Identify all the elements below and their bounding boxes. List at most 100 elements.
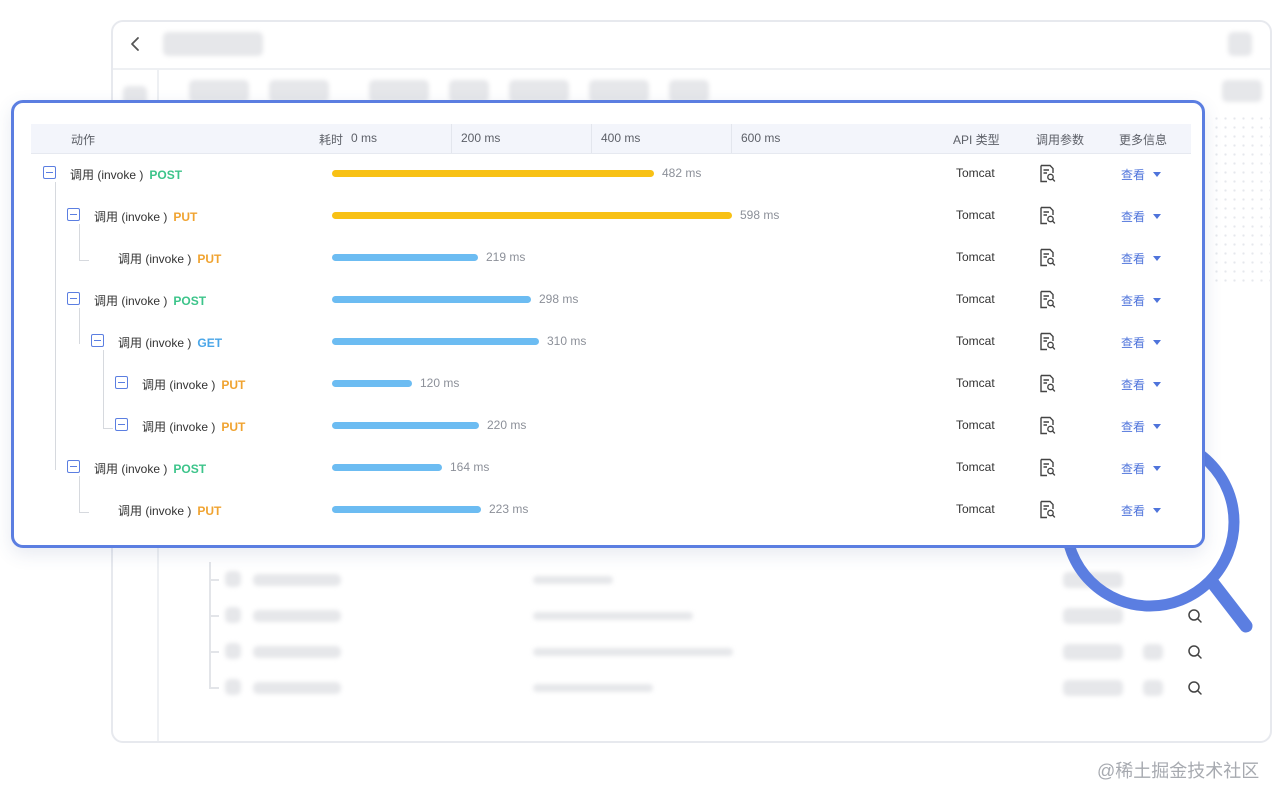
tab-placeholder (509, 80, 569, 102)
view-more-link[interactable]: 查看 (1121, 292, 1162, 309)
duration-bar (332, 296, 531, 303)
view-more-link[interactable]: 查看 (1121, 334, 1162, 351)
collapse-toggle[interactable] (67, 292, 80, 305)
tab-placeholder (269, 80, 329, 102)
collapse-toggle[interactable] (67, 460, 80, 473)
http-method: PUT (197, 504, 222, 518)
document-search-icon[interactable] (1038, 500, 1056, 519)
trace-row[interactable]: 调用 (invoke ) PUT 220 ms Tomcat 查看 (31, 405, 1191, 447)
collapse-toggle[interactable] (67, 208, 80, 221)
background-topbar (113, 22, 1270, 70)
search-icon (1188, 645, 1202, 659)
row-search-button[interactable] (1185, 642, 1205, 662)
duration-label: 220 ms (487, 418, 527, 432)
action-label: 调用 (invoke ) PUT (94, 210, 198, 224)
trace-row[interactable]: 调用 (invoke ) PUT 598 ms Tomcat 查看 (31, 195, 1191, 237)
http-method: POST (173, 462, 207, 476)
trace-row[interactable]: 调用 (invoke ) PUT 219 ms Tomcat 查看 (31, 237, 1191, 279)
header-params: 调用参数 (1036, 133, 1085, 147)
trace-row[interactable]: 调用 (invoke ) POST 298 ms Tomcat 查看 (31, 279, 1191, 321)
page-title-placeholder (163, 32, 263, 56)
duration-bar (332, 170, 654, 177)
timeline-tick: 600 ms (741, 131, 781, 145)
document-search-icon[interactable] (1038, 248, 1056, 267)
duration-label: 298 ms (539, 292, 579, 306)
timeline-tick-divider (451, 124, 452, 153)
duration-bar (332, 212, 732, 219)
view-more-link[interactable]: 查看 (1121, 376, 1162, 393)
action-label: 调用 (invoke ) PUT (142, 378, 246, 392)
duration-bar (332, 338, 539, 345)
tab-placeholder (369, 80, 429, 102)
duration-label: 310 ms (547, 334, 587, 348)
action-label: 调用 (invoke ) POST (70, 168, 183, 182)
document-search-icon[interactable] (1038, 290, 1056, 309)
search-icon (1188, 681, 1202, 695)
trace-row[interactable]: 调用 (invoke ) PUT 120 ms Tomcat 查看 (31, 363, 1191, 405)
duration-bar (332, 254, 478, 261)
duration-label: 223 ms (489, 502, 529, 516)
http-method: PUT (221, 420, 246, 434)
caret-down-icon (1153, 340, 1162, 346)
timeline-tick-divider (591, 124, 592, 153)
document-search-icon[interactable] (1038, 374, 1056, 393)
document-search-icon[interactable] (1038, 458, 1056, 477)
http-method: PUT (197, 252, 222, 266)
background-row (113, 670, 1270, 706)
collapse-toggle[interactable] (43, 166, 56, 179)
background-grid (1212, 114, 1270, 282)
tab-placeholder (449, 80, 489, 102)
trace-row[interactable]: 调用 (invoke ) PUT 223 ms Tomcat 查看 (31, 489, 1191, 531)
collapse-toggle[interactable] (91, 334, 104, 347)
document-search-icon[interactable] (1038, 164, 1056, 183)
view-more-link[interactable]: 查看 (1121, 460, 1162, 477)
view-more-link[interactable]: 查看 (1121, 418, 1162, 435)
tab-placeholder (589, 80, 649, 102)
timeline-tick: 200 ms (461, 131, 501, 145)
api-type: Tomcat (956, 166, 995, 180)
action-label: 调用 (invoke ) PUT (118, 252, 222, 266)
trace-row[interactable]: 调用 (invoke ) GET 310 ms Tomcat 查看 (31, 321, 1191, 363)
trace-row[interactable]: 调用 (invoke ) POST 164 ms Tomcat 查看 (31, 447, 1191, 489)
collapse-toggle[interactable] (115, 376, 128, 389)
view-more-link[interactable]: 查看 (1121, 502, 1162, 519)
api-type: Tomcat (956, 292, 995, 306)
collapse-toggle[interactable] (115, 418, 128, 431)
header-time: 耗时 (319, 133, 344, 147)
http-method: POST (173, 294, 207, 308)
caret-down-icon (1153, 382, 1162, 388)
action-label: 调用 (invoke ) GET (118, 336, 223, 350)
header-action: 动作 (71, 133, 96, 147)
caret-down-icon (1153, 466, 1162, 472)
caret-down-icon (1153, 214, 1162, 220)
api-type: Tomcat (956, 208, 995, 222)
document-search-icon[interactable] (1038, 332, 1056, 351)
api-type: Tomcat (956, 502, 995, 516)
duration-bar (332, 464, 442, 471)
api-type: Tomcat (956, 250, 995, 264)
api-type: Tomcat (956, 418, 995, 432)
api-type: Tomcat (956, 334, 995, 348)
table-header: 动作 耗时 0 ms 200 ms 400 ms 600 ms API 类型 调… (31, 124, 1191, 154)
http-method: PUT (221, 378, 246, 392)
action-label: 调用 (invoke ) PUT (118, 504, 222, 518)
duration-bar (332, 506, 481, 513)
duration-label: 219 ms (486, 250, 526, 264)
back-button[interactable] (123, 30, 147, 58)
timeline-tick: 0 ms (351, 131, 378, 145)
view-more-link[interactable]: 查看 (1121, 166, 1162, 183)
trace-row[interactable]: 调用 (invoke ) POST 482 ms Tomcat 查看 (31, 153, 1191, 195)
view-more-link[interactable]: 查看 (1121, 250, 1162, 267)
view-more-link[interactable]: 查看 (1121, 208, 1162, 225)
caret-down-icon (1153, 298, 1162, 304)
api-type: Tomcat (956, 376, 995, 390)
timeline-tick: 400 ms (601, 131, 641, 145)
caret-down-icon (1153, 424, 1162, 430)
caret-down-icon (1153, 172, 1162, 178)
caret-down-icon (1153, 508, 1162, 514)
http-method: POST (149, 168, 183, 182)
document-search-icon[interactable] (1038, 416, 1056, 435)
row-search-button[interactable] (1185, 678, 1205, 698)
document-search-icon[interactable] (1038, 206, 1056, 225)
trace-panel: 动作 耗时 0 ms 200 ms 400 ms 600 ms API 类型 调… (11, 100, 1205, 548)
